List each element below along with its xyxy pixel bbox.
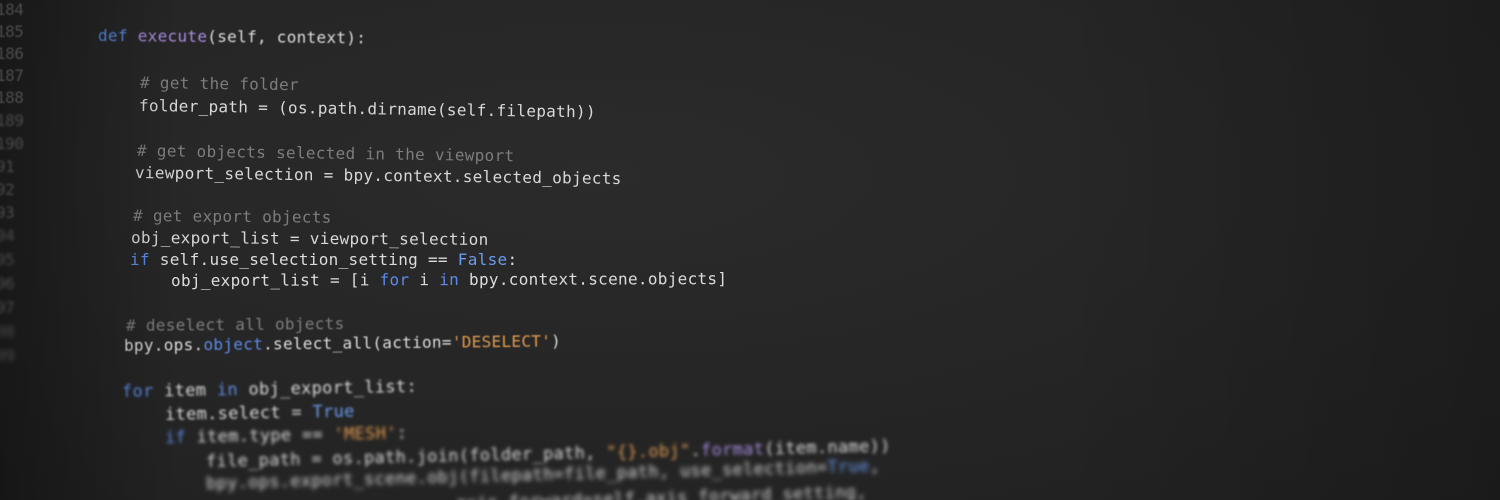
line-number-gutter: 184 185 186 187 188 189 190 91 92 93 94 … <box>0 0 40 500</box>
boolean-token: False <box>457 250 508 269</box>
line-number: 95 <box>0 250 15 269</box>
keyword-token: def <box>97 26 128 46</box>
keyword-token: if <box>130 250 150 269</box>
line-number: 184 <box>0 0 24 19</box>
code-line[interactable]: def execute(self, context): <box>98 26 366 47</box>
line-number: 94 <box>0 226 15 245</box>
code-text: obj_export_list: <box>237 376 418 400</box>
code-text: : <box>396 423 408 444</box>
code-line[interactable]: if item.type == 'MESH': <box>165 423 408 448</box>
keyword-token: for <box>379 270 410 290</box>
boolean-token: True <box>827 456 870 478</box>
code-line[interactable]: for item in obj_export_list: <box>122 377 417 402</box>
code-line[interactable]: obj_export_list = viewport_selection <box>131 228 489 249</box>
line-number: 187 <box>0 66 24 85</box>
code-text: self.use_selection_setting == <box>149 250 458 269</box>
keyword-token: if <box>164 427 187 448</box>
line-number: 186 <box>0 44 24 63</box>
code-editor[interactable]: 184 185 186 187 188 189 190 91 92 93 94 … <box>0 0 1500 500</box>
code-line[interactable]: folder_path = (os.path.dirname(self.file… <box>139 96 596 121</box>
code-text: ) <box>551 331 562 351</box>
line-number: 96 <box>0 274 15 293</box>
code-text: item.select = <box>164 402 313 425</box>
function-name-token: format <box>700 439 765 461</box>
line-number: 189 <box>0 111 24 130</box>
string-token: 'MESH' <box>333 423 397 445</box>
keyword-token: in <box>439 269 460 290</box>
code-text: . <box>690 440 702 462</box>
keyword-token: for <box>121 381 154 402</box>
line-number: 99 <box>0 346 15 365</box>
line-number: 188 <box>0 88 24 107</box>
line-number: 98 <box>0 322 15 341</box>
string-token: "{}.obj" <box>605 441 691 463</box>
line-number: 97 <box>0 298 15 317</box>
code-text: .select_all(action= <box>262 332 452 354</box>
function-name-token: execute <box>137 26 208 46</box>
line-number: 190 <box>0 134 24 153</box>
code-text: bpy.context.scene.objects] <box>459 269 728 289</box>
line-number: 91 <box>0 157 15 176</box>
string-token: 'DESELECT' <box>451 331 552 352</box>
code-text: item <box>153 380 217 402</box>
code-text: , <box>869 456 881 477</box>
keyword-token: object <box>203 334 264 355</box>
code-text: bpy.ops. <box>123 335 204 355</box>
code-line[interactable]: item.select = True <box>165 402 355 425</box>
code-comment[interactable]: # deselect all objects <box>126 314 345 335</box>
code-line[interactable]: obj_export_list = [i for i in bpy.contex… <box>171 269 727 290</box>
boolean-token: True <box>312 401 355 423</box>
line-number: 92 <box>0 180 15 199</box>
code-text: obj_export_list = [i <box>170 270 380 290</box>
line-number: 185 <box>0 22 24 41</box>
code-comment[interactable]: # get export objects <box>133 206 332 227</box>
code-text: (self, context): <box>207 26 367 48</box>
code-text: : <box>507 250 518 269</box>
code-comment[interactable]: # get the folder <box>140 73 299 94</box>
code-text: item.type == <box>185 424 334 448</box>
code-text: i <box>409 270 440 290</box>
code-comment[interactable]: # get objects selected in the viewport <box>137 141 515 165</box>
line-number: 93 <box>0 203 15 222</box>
code-line[interactable]: if self.use_selection_setting == False: <box>130 250 517 269</box>
keyword-token: in <box>216 379 239 401</box>
code-line[interactable]: viewport_selection = bpy.context.selecte… <box>135 163 622 188</box>
code-line[interactable]: bpy.ops.object.select_all(action='DESELE… <box>124 331 561 355</box>
